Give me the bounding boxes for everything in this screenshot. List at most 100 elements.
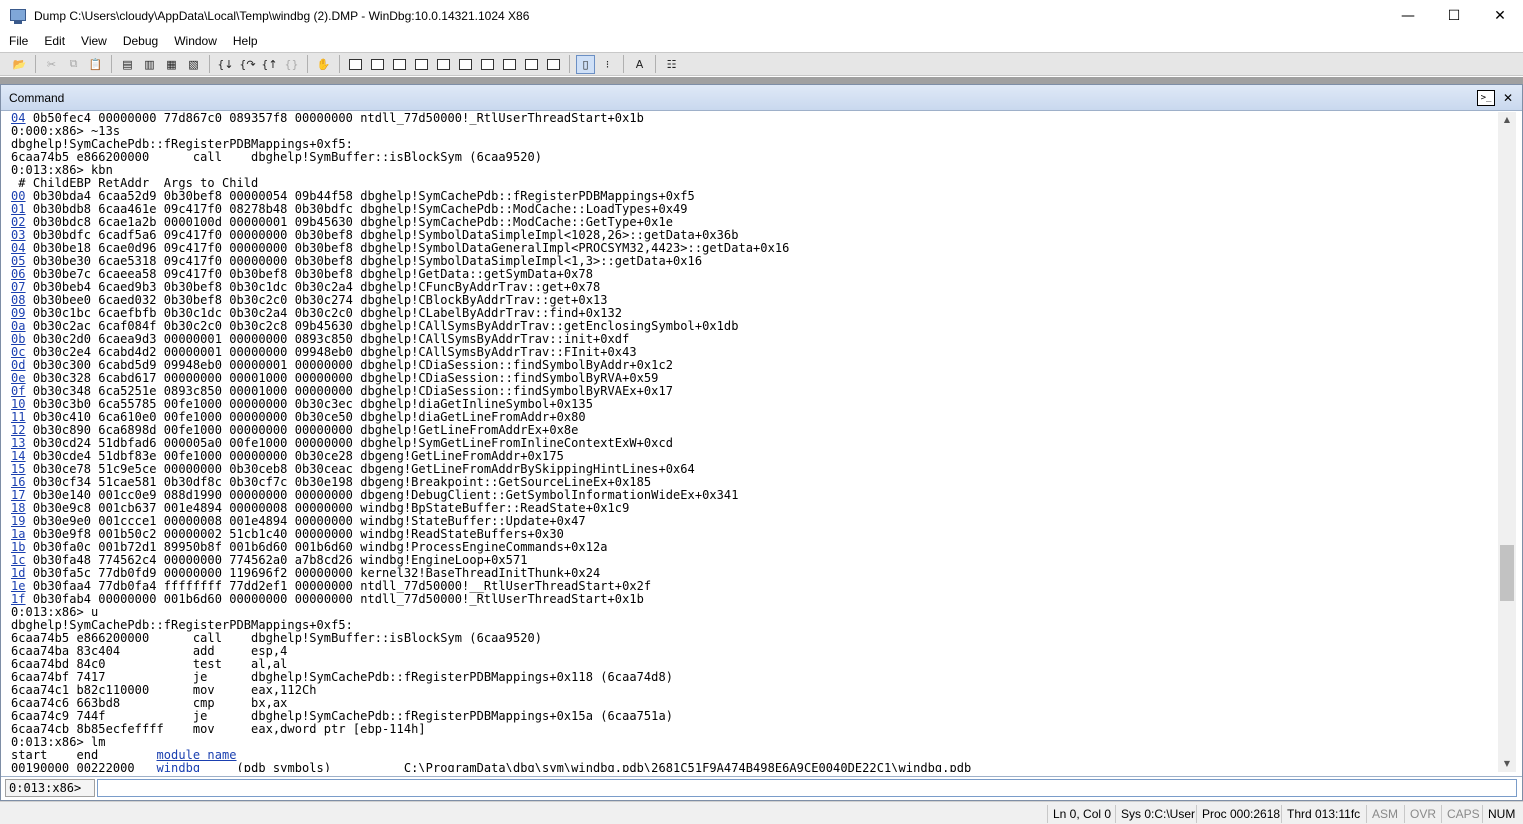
go-icon[interactable]: ▤ (118, 55, 137, 74)
frame-number-link[interactable]: 1a (11, 527, 26, 541)
output-text: 0b30bee0 6caed032 0b30bef8 0b30c2c0 0b30… (25, 293, 608, 307)
frame-number-link[interactable]: 0b (11, 332, 26, 346)
status-ovr: OVR (1404, 805, 1436, 823)
step-out-icon[interactable]: {↑ (260, 55, 279, 74)
toolbar-separator (569, 55, 570, 73)
frame-number-link[interactable]: 05 (11, 254, 26, 268)
close-icon[interactable]: ✕ (1500, 90, 1516, 106)
frame-number-link[interactable]: 0d (11, 358, 26, 372)
frame-number-link[interactable]: 0e (11, 371, 26, 385)
frame-number-link[interactable]: 0f (11, 384, 26, 398)
frame-number-link[interactable]: 0a (11, 319, 26, 333)
frame-number-link[interactable]: 13 (11, 436, 26, 450)
frame-number-link[interactable]: 08 (11, 293, 26, 307)
cut-icon[interactable]: ✂ (42, 55, 61, 74)
paste-icon[interactable]: 📋 (86, 55, 105, 74)
call-stack-window-icon[interactable] (456, 55, 475, 74)
scroll-up-icon[interactable]: ▲ (1498, 112, 1516, 128)
command-window-icon[interactable] (346, 55, 365, 74)
menu-help[interactable]: Help (226, 31, 265, 51)
output-text: 0b30e9f8 001b50c2 00000002 51cb1c40 0000… (25, 527, 564, 541)
frame-number-link[interactable]: 18 (11, 501, 26, 515)
frame-number-link[interactable]: 1b (11, 540, 26, 554)
prompt-icon[interactable]: >_ (1477, 90, 1495, 106)
frame-number-link[interactable]: 10 (11, 397, 26, 411)
command-input[interactable] (97, 779, 1517, 797)
step-into-icon[interactable]: {↓ (216, 55, 235, 74)
frame-number-link[interactable]: 12 (11, 423, 26, 437)
minimize-button[interactable]: — (1385, 0, 1431, 31)
module-link[interactable]: windbg (157, 761, 201, 773)
output-text: 0:013:x86> kbn (11, 163, 113, 177)
frame-number-link[interactable]: 02 (11, 215, 26, 229)
output-text: 0b30ce78 51c9e5ce 00000000 0b30ceb8 0b30… (25, 462, 695, 476)
close-button[interactable]: ✕ (1477, 0, 1523, 31)
scratch-pad-icon[interactable] (500, 55, 519, 74)
menu-file[interactable]: File (2, 31, 35, 51)
output-text: 0b30c2ac 6caf084f 0b30c2c0 0b30c2c8 09b4… (25, 319, 739, 333)
output-text: 0b30fa5c 77db0fd9 00000000 119696f2 0000… (25, 566, 601, 580)
frame-number-link[interactable]: 03 (11, 228, 26, 242)
run-to-cursor-icon[interactable]: {} (282, 55, 301, 74)
toolbar-separator (339, 55, 340, 73)
open-folder-icon[interactable]: 📂 (10, 55, 29, 74)
disassembly-window-icon[interactable] (478, 55, 497, 74)
frame-number-link[interactable]: 07 (11, 280, 26, 294)
module-link[interactable]: module name (157, 748, 237, 762)
processes-threads-icon[interactable] (522, 55, 541, 74)
frame-number-link[interactable]: 11 (11, 410, 26, 424)
output-line: 04 0b50fec4 00000000 77d867c0 089357f8 0… (11, 112, 1497, 125)
menu-window[interactable]: Window (167, 31, 224, 51)
output-text: 6caa74ba 83c404 add esp,4 (11, 644, 288, 658)
frame-number-link[interactable]: 16 (11, 475, 26, 489)
frame-number-link[interactable]: 1e (11, 579, 26, 593)
output-line: 00190000 00222000 windbg (pdb symbols) C… (11, 761, 1497, 773)
options-icon[interactable]: ☷ (662, 55, 681, 74)
output-text: 0b30bdc8 6cae1a2b 0000100d 00000001 09b4… (25, 215, 674, 229)
registers-window-icon[interactable] (412, 55, 431, 74)
step-over-icon[interactable]: {↷ (238, 55, 257, 74)
restart-icon[interactable]: ▥ (140, 55, 159, 74)
breakpoint-hand-icon[interactable]: ✋ (314, 55, 333, 74)
frame-number-link[interactable]: 17 (11, 488, 26, 502)
frame-number-link[interactable]: 19 (11, 514, 26, 528)
maximize-button[interactable]: ☐ (1431, 0, 1477, 31)
output-text: 0b30cde4 51dbf83e 00fe1000 00000000 0b30… (25, 449, 564, 463)
frame-number-link[interactable]: 06 (11, 267, 26, 281)
copy-icon[interactable]: ⧉ (64, 55, 83, 74)
source-mode-icon[interactable]: ▯ (576, 54, 595, 74)
watch-window-icon[interactable] (368, 55, 387, 74)
scrollbar-thumb[interactable] (1500, 545, 1514, 601)
locals-window-icon[interactable] (390, 55, 409, 74)
status-caps: CAPS (1441, 805, 1480, 823)
command-input-bar: 0:013:x86> (1, 776, 1522, 798)
scroll-down-icon[interactable]: ▼ (1498, 756, 1516, 772)
hex-toggle-icon[interactable]: ⁝ (598, 55, 617, 74)
frame-number-link[interactable]: 00 (11, 189, 26, 203)
command-output[interactable]: 04 0b50fec4 00000000 77d867c0 089357f8 0… (11, 112, 1497, 772)
frame-number-link[interactable]: 1c (11, 553, 26, 567)
menu-edit[interactable]: Edit (37, 31, 72, 51)
frame-number-link[interactable]: 04 (11, 241, 26, 255)
memory-window-icon[interactable] (434, 55, 453, 74)
break-icon[interactable]: ▧ (184, 55, 203, 74)
frame-number-link[interactable]: 14 (11, 449, 26, 463)
menu-debug[interactable]: Debug (116, 31, 165, 51)
output-text: 0b30be18 6cae0d96 09c417f0 00000000 0b30… (25, 241, 790, 255)
font-icon[interactable]: A (630, 55, 649, 74)
output-text: 0b30e9c8 001cb637 001e4894 00000008 0000… (25, 501, 630, 515)
frame-number-link[interactable]: 0c (11, 345, 26, 359)
frame-number-link[interactable]: 09 (11, 306, 26, 320)
frame-number-link[interactable]: 1f (11, 592, 26, 606)
output-text: 0b30beb4 6caed9b3 0b30bef8 0b30c1dc 0b30… (25, 280, 601, 294)
command-window-header: Command >_ ✕ (1, 85, 1522, 111)
stop-debugging-icon[interactable]: ▦ (162, 55, 181, 74)
frame-number-link[interactable]: 15 (11, 462, 26, 476)
menu-view[interactable]: View (74, 31, 114, 51)
vertical-scrollbar[interactable]: ▲ ▼ (1498, 112, 1516, 772)
frame-number-link[interactable]: 1d (11, 566, 26, 580)
output-text: 0b30c2d0 6caea9d3 00000001 00000000 0893… (25, 332, 630, 346)
command-browser-icon[interactable] (544, 55, 563, 74)
window-controls: — ☐ ✕ (1385, 0, 1523, 31)
frame-number-link[interactable]: 01 (11, 202, 26, 216)
